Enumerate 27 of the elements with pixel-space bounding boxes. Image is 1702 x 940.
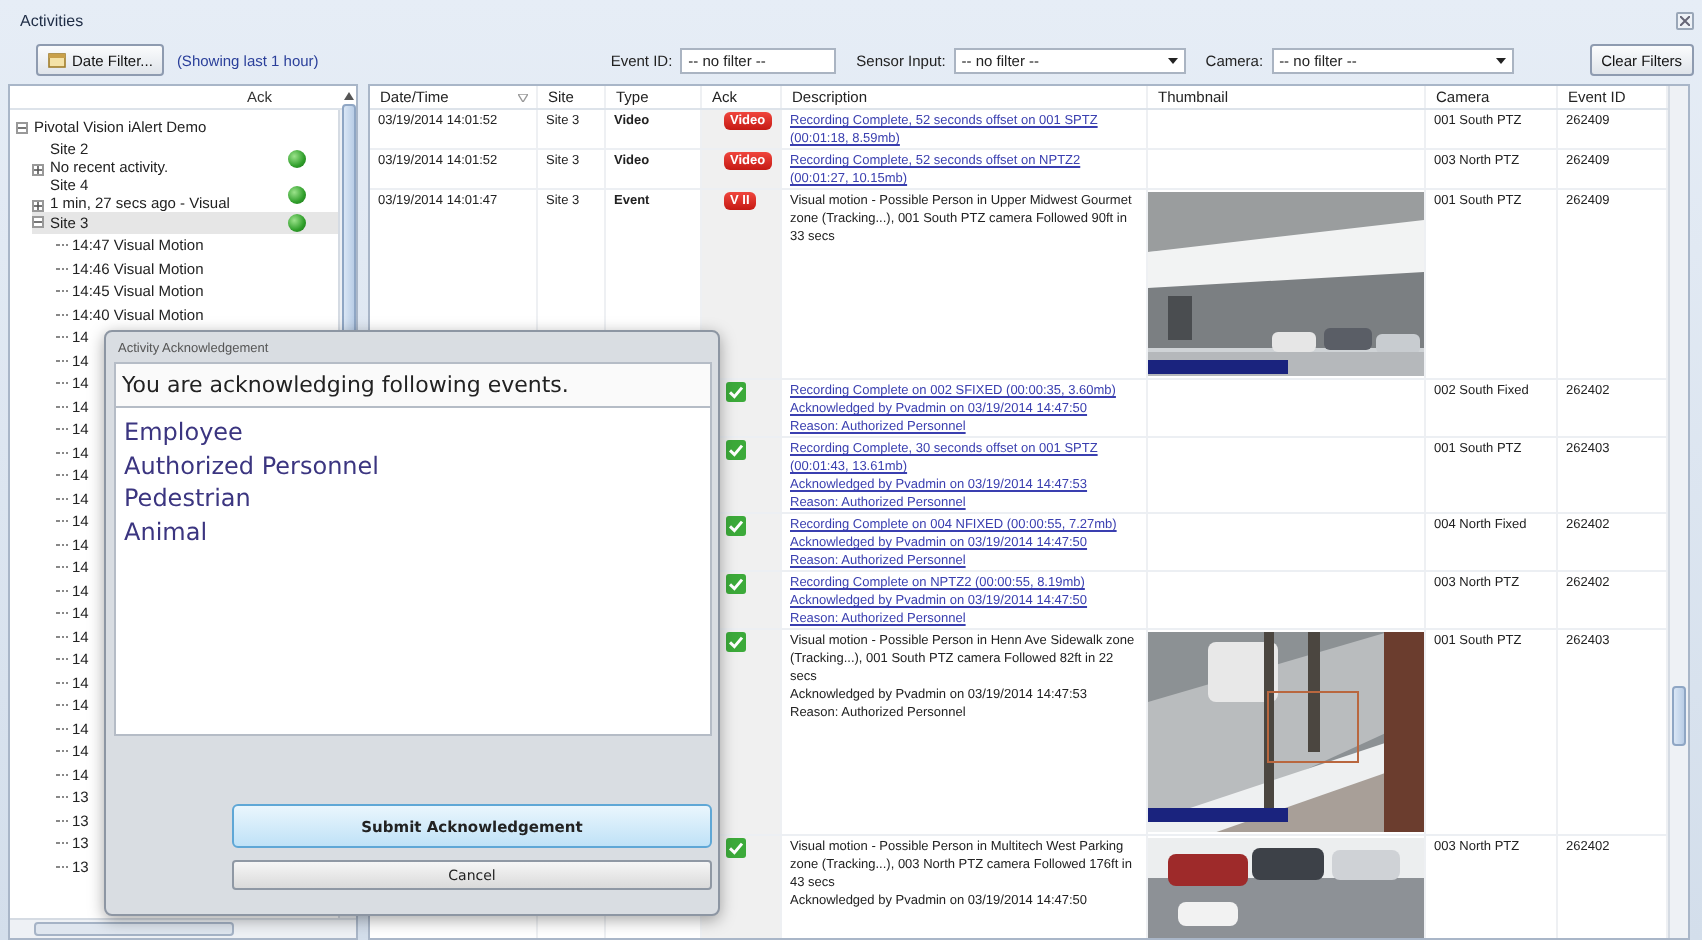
expand-icon[interactable] [32, 199, 44, 211]
scroll-up-icon[interactable] [343, 92, 353, 100]
check-icon[interactable] [726, 574, 746, 594]
check-icon[interactable] [726, 838, 746, 858]
dropdown-arrow-icon [1167, 57, 1178, 63]
dialog-heading: You are acknowledging following events. [122, 372, 569, 398]
collapse-icon[interactable] [16, 121, 28, 134]
reason-item: Animal [124, 517, 210, 548]
collapse-icon[interactable] [32, 216, 44, 229]
reason-item: Pedestrian [124, 484, 253, 515]
status-dot-icon [288, 214, 306, 233]
status-dot-icon [288, 185, 306, 203]
reason-item: Authorized Personnel [124, 451, 381, 482]
status-dot-icon [288, 149, 306, 167]
sort-icon [518, 93, 528, 101]
check-icon[interactable] [726, 440, 746, 460]
scrollbar-thumb[interactable] [34, 922, 234, 936]
reason-item: Employee [124, 418, 245, 449]
check-icon[interactable] [726, 632, 746, 652]
expand-icon[interactable] [32, 163, 44, 175]
close-icon[interactable] [1676, 12, 1694, 30]
calendar-icon [48, 52, 66, 68]
check-icon[interactable] [726, 382, 746, 402]
scrollbar-thumb[interactable] [1672, 686, 1686, 746]
window-title: Activities [20, 12, 84, 30]
check-icon[interactable] [726, 516, 746, 536]
dropdown-arrow-icon [1495, 57, 1506, 63]
